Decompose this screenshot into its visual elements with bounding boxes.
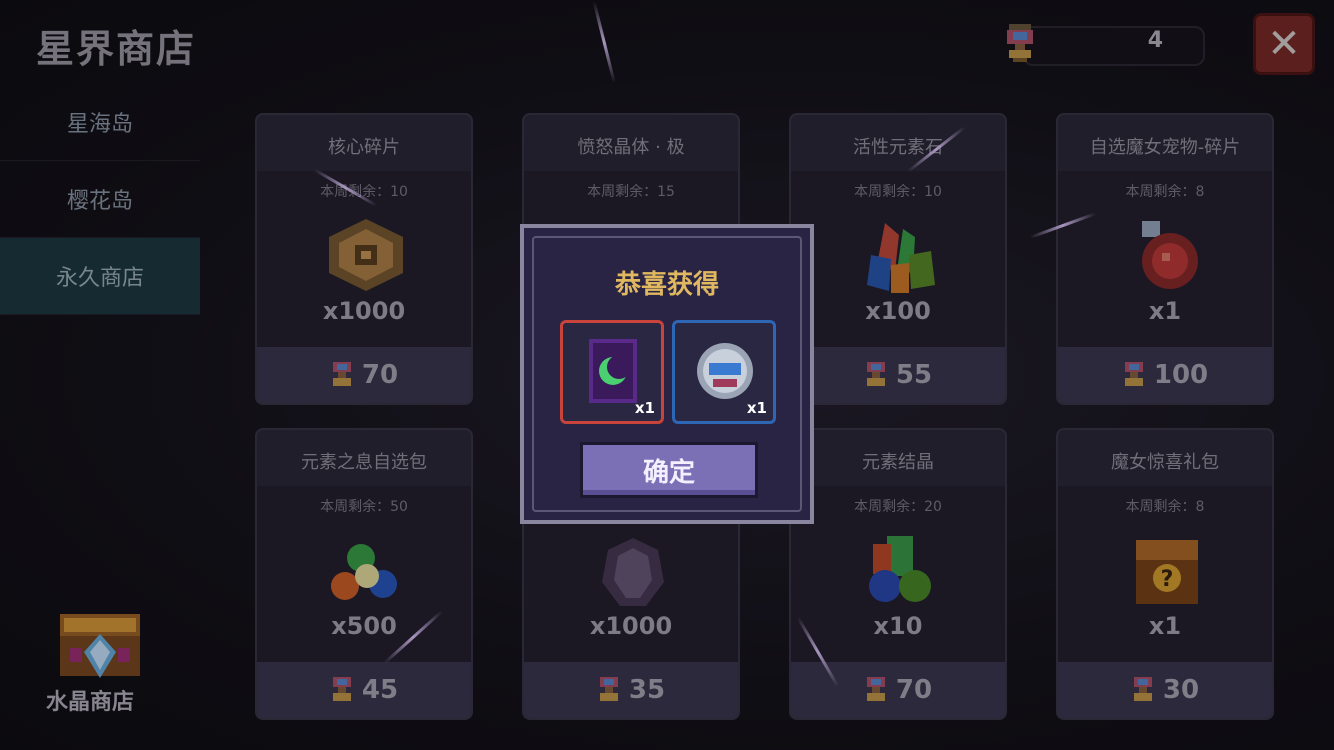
- dialog-title: 恭喜获得: [614, 270, 719, 300]
- reward-count: x1: [634, 399, 655, 417]
- robot-helmet-icon: [697, 343, 753, 399]
- reward-count: x1: [746, 399, 767, 417]
- reward-slot[interactable]: x1: [672, 320, 776, 424]
- reward-slot[interactable]: x1: [560, 320, 664, 424]
- reward-dialog: 恭喜获得 x1 x1 确定: [520, 224, 814, 524]
- green-crescent-card-icon: [589, 339, 637, 403]
- confirm-button[interactable]: 确定: [580, 442, 758, 498]
